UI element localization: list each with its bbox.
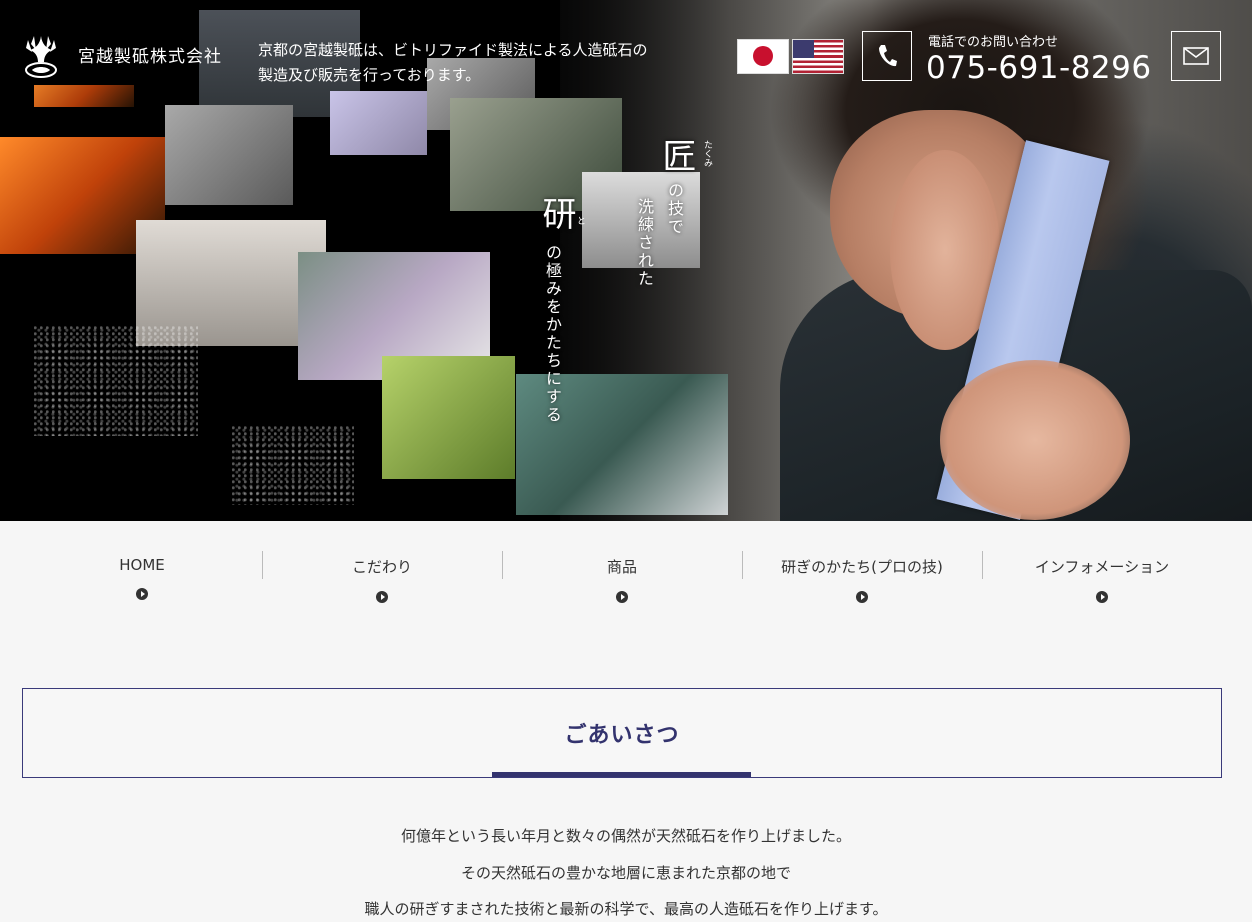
hero-photo-hand-lower — [940, 360, 1130, 520]
phone-button[interactable] — [862, 31, 912, 81]
play-circle-icon — [856, 591, 868, 603]
collage-photo-pink-stones — [232, 426, 354, 505]
nav-item-sharpening[interactable]: 研ぎのかたち(プロの技) — [742, 544, 982, 614]
usa-flag-icon[interactable] — [792, 39, 844, 74]
mail-icon — [1183, 47, 1209, 65]
crane-crest-logo[interactable] — [22, 32, 60, 80]
play-circle-icon — [616, 591, 628, 603]
greeting-title: ごあいさつ — [564, 723, 680, 748]
nav-item-label: HOME — [119, 556, 165, 574]
hero-vertical-title-1: 匠 — [656, 138, 696, 172]
nav-item-label: こだわり — [351, 558, 412, 576]
greeting-section-header: ごあいさつ — [22, 688, 1222, 778]
phone-number[interactable]: 075-691-8296 — [926, 50, 1152, 86]
hero-vertical-text-2: 洗練された — [635, 198, 654, 288]
hero-vertical-text-3: の極みをかたちにする — [543, 244, 562, 424]
company-name[interactable]: 宮越製砥株式会社 — [78, 42, 222, 67]
phone-label: 電話でのお問い合わせ — [928, 35, 1059, 50]
play-circle-icon — [1096, 591, 1108, 603]
nav-item-kodawari[interactable]: こだわり — [262, 544, 502, 614]
main-nav: HOME こだわり 商品 研ぎのかたち(プロの技) インフォメーション — [22, 544, 1222, 614]
header-tagline: 京都の宮越製砥は、ビトリファイド製法による人造砥石の製造及び販売を行っております… — [258, 41, 648, 84]
nav-item-information[interactable]: インフォメーション — [982, 544, 1222, 614]
mail-button[interactable] — [1171, 31, 1221, 81]
japan-flag-icon[interactable] — [737, 39, 789, 74]
nav-item-home[interactable]: HOME — [22, 544, 262, 614]
phone-icon — [879, 45, 897, 67]
hero-ruby-1: たくみ — [702, 140, 712, 167]
collage-photo-molds — [330, 91, 427, 155]
collage-photo-pink-stone — [34, 326, 198, 436]
nav-item-label: 商品 — [606, 558, 637, 576]
hero-banner: 匠 の技で たくみ 洗練された 研 と の極みをかたちにする 宮越製砥株式会社 … — [0, 0, 1252, 521]
nav-item-label: 研ぎのかたち(プロの技) — [781, 558, 943, 576]
collage-photo-worker — [165, 105, 293, 205]
greeting-paragraph: 職人の研ぎすまされた技術と最新の科学で、最高の人造砥石を作り上げます。 — [364, 900, 888, 918]
greeting-paragraph: その天然砥石の豊かな地層に恵まれた京都の地で — [460, 864, 791, 882]
hero-vertical-text-1: の技で — [665, 182, 684, 236]
greeting-underline — [492, 772, 751, 777]
nav-item-products[interactable]: 商品 — [502, 544, 742, 614]
hero-ruby-3: と — [575, 216, 585, 225]
play-circle-icon — [136, 588, 148, 600]
greeting-paragraph: 何億年という長い年月と数々の偶然が天然砥石を作り上げました。 — [400, 827, 851, 845]
collage-photo-kiln-glow — [34, 85, 134, 107]
nav-item-label: インフォメーション — [1034, 558, 1170, 576]
play-circle-icon — [376, 591, 388, 603]
collage-photo-gloves — [382, 356, 515, 479]
